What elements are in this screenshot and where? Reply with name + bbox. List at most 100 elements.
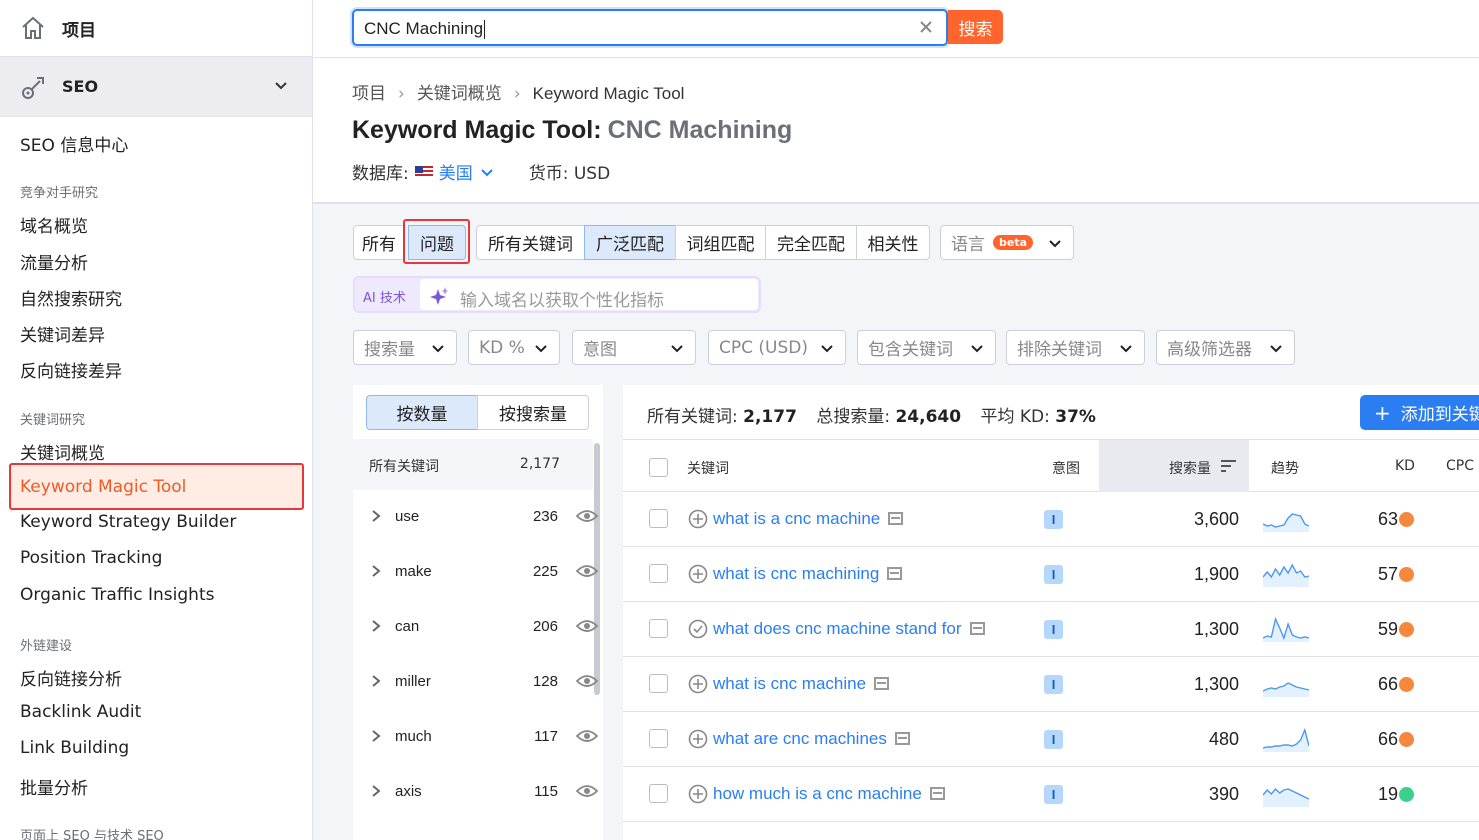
- filter-kd[interactable]: KD %: [468, 330, 560, 365]
- sidebar-item-keyword-strategy-builder[interactable]: Keyword Strategy Builder: [20, 512, 236, 532]
- keyword-link[interactable]: what are cnc machines: [713, 729, 910, 749]
- toggle-by-count[interactable]: 按数量: [366, 395, 478, 430]
- add-circle-icon[interactable]: [688, 729, 708, 749]
- row-checkbox[interactable]: [649, 784, 668, 803]
- serp-features-icon[interactable]: [887, 567, 903, 580]
- eye-icon[interactable]: [576, 729, 598, 743]
- filter-volume[interactable]: 搜索量: [353, 330, 457, 365]
- chevron-right-icon[interactable]: [371, 565, 381, 577]
- table-row[interactable]: what does cnc machine stand for I 1,300 59: [623, 602, 1479, 657]
- ai-input[interactable]: 输入域名以获取个性化指标: [420, 279, 758, 311]
- group-row[interactable]: much 117: [353, 710, 598, 765]
- keyword-link[interactable]: what is cnc machine: [713, 674, 890, 694]
- row-checkbox[interactable]: [649, 674, 668, 693]
- add-circle-icon[interactable]: [688, 674, 708, 694]
- chevron-right-icon[interactable]: [371, 620, 381, 632]
- close-icon[interactable]: [918, 19, 934, 35]
- serp-features-icon[interactable]: [969, 622, 985, 635]
- intent-badge[interactable]: I: [1044, 510, 1063, 529]
- toggle-by-volume[interactable]: 按搜索量: [477, 395, 589, 430]
- chevron-right-icon[interactable]: [371, 675, 381, 687]
- add-circle-icon[interactable]: [688, 564, 708, 584]
- tab-phrase-match[interactable]: 词组匹配: [675, 225, 766, 260]
- sidebar-item-organic-research[interactable]: 自然搜索研究: [20, 285, 122, 310]
- keyword-link[interactable]: what is cnc machining: [713, 564, 903, 584]
- col-volume[interactable]: 搜索量: [1169, 458, 1211, 478]
- serp-features-icon[interactable]: [874, 677, 890, 690]
- group-row[interactable]: can 206: [353, 600, 598, 655]
- group-row[interactable]: use 236: [353, 490, 598, 545]
- sidebar-item-backlink-audit[interactable]: Backlink Audit: [20, 702, 141, 722]
- add-to-list-button[interactable]: + 添加到关键: [1360, 395, 1479, 430]
- intent-badge[interactable]: I: [1044, 675, 1063, 694]
- tab-exact-match[interactable]: 完全匹配: [765, 225, 857, 260]
- keyword-link[interactable]: how much is a cnc machine: [713, 784, 945, 804]
- sidebar-item-position-tracking[interactable]: Position Tracking: [20, 548, 162, 568]
- sidebar-item-keyword-magic-tool[interactable]: Keyword Magic Tool: [20, 477, 186, 497]
- col-cpc[interactable]: CPC: [1446, 458, 1474, 474]
- eye-icon[interactable]: [576, 509, 598, 523]
- col-keyword[interactable]: 关键词: [687, 458, 729, 478]
- sidebar-item-seo-dashboard[interactable]: SEO 信息中心: [20, 131, 128, 156]
- eye-icon[interactable]: [576, 784, 598, 798]
- breadcrumb-keyword-overview[interactable]: 关键词概览: [417, 84, 502, 104]
- intent-badge[interactable]: I: [1044, 785, 1063, 804]
- sidebar-item-link-building[interactable]: Link Building: [20, 738, 129, 758]
- col-trend[interactable]: 趋势: [1271, 458, 1299, 478]
- language-dropdown[interactable]: 语言 beta: [940, 225, 1074, 260]
- tab-broad-match[interactable]: 广泛匹配: [584, 225, 676, 260]
- tab-related[interactable]: 相关性: [856, 225, 930, 260]
- table-row[interactable]: what is a cnc machine I 3,600 63: [623, 492, 1479, 547]
- row-checkbox[interactable]: [649, 729, 668, 748]
- sidebar-seo-section[interactable]: SEO: [0, 57, 312, 117]
- intent-badge[interactable]: I: [1044, 620, 1063, 639]
- filter-advanced[interactable]: 高级筛选器: [1156, 330, 1295, 365]
- group-row[interactable]: axis 115: [353, 765, 598, 820]
- sidebar-item-backlink-gap[interactable]: 反向链接差异: [20, 357, 122, 382]
- tab-all[interactable]: 所有: [353, 225, 405, 260]
- sort-icon[interactable]: [1221, 460, 1237, 473]
- group-row[interactable]: miller 128: [353, 655, 598, 710]
- sidebar-item-traffic[interactable]: 流量分析: [20, 249, 88, 274]
- group-row[interactable]: make 225: [353, 545, 598, 600]
- col-intent[interactable]: 意图: [1052, 458, 1080, 478]
- filter-cpc[interactable]: CPC (USD): [708, 330, 846, 365]
- col-kd[interactable]: KD: [1395, 458, 1415, 474]
- sidebar-item-backlink-analytics[interactable]: 反向链接分析: [20, 665, 122, 690]
- groups-header[interactable]: 所有关键词 2,177: [353, 439, 593, 490]
- table-row[interactable]: what is cnc machining I 1,900 57: [623, 547, 1479, 602]
- chevron-right-icon[interactable]: [371, 785, 381, 797]
- sidebar-item-domain-overview[interactable]: 域名概览: [20, 212, 88, 237]
- sidebar-item-keyword-overview[interactable]: 关键词概览: [20, 439, 105, 464]
- sidebar-item-bulk-analysis[interactable]: 批量分析: [20, 774, 88, 799]
- search-button[interactable]: 搜索: [948, 10, 1003, 44]
- row-checkbox[interactable]: [649, 564, 668, 583]
- search-input[interactable]: CNC Machining: [352, 9, 948, 46]
- row-checkbox[interactable]: [649, 619, 668, 638]
- chevron-right-icon[interactable]: [371, 730, 381, 742]
- select-all-checkbox[interactable]: [649, 458, 668, 477]
- add-circle-icon[interactable]: [688, 509, 708, 529]
- table-row[interactable]: how much is a cnc machine I 390 19: [623, 767, 1479, 822]
- keyword-link[interactable]: what does cnc machine stand for: [713, 619, 985, 639]
- serp-features-icon[interactable]: [894, 732, 910, 745]
- filter-include-keywords[interactable]: 包含关键词: [857, 330, 996, 365]
- intent-badge[interactable]: I: [1044, 730, 1063, 749]
- eye-icon[interactable]: [576, 674, 598, 688]
- keyword-link[interactable]: what is a cnc machine: [713, 509, 904, 529]
- eye-icon[interactable]: [576, 619, 598, 633]
- serp-features-icon[interactable]: [929, 787, 945, 800]
- row-checkbox[interactable]: [649, 509, 668, 528]
- intent-badge[interactable]: I: [1044, 565, 1063, 584]
- table-row[interactable]: what are cnc machines I 480 66: [623, 712, 1479, 767]
- sidebar-item-organic-traffic-insights[interactable]: Organic Traffic Insights: [20, 585, 214, 605]
- tab-all-keywords[interactable]: 所有关键词: [476, 225, 585, 260]
- table-row[interactable]: what is cnc machine I 1,300 66: [623, 657, 1479, 712]
- filter-exclude-keywords[interactable]: 排除关键词: [1006, 330, 1145, 365]
- add-circle-icon[interactable]: [688, 784, 708, 804]
- eye-icon[interactable]: [576, 564, 598, 578]
- chevron-right-icon[interactable]: [371, 510, 381, 522]
- sidebar-item-keyword-gap[interactable]: 关键词差异: [20, 321, 105, 346]
- serp-features-icon[interactable]: [888, 512, 904, 525]
- breadcrumb-projects[interactable]: 项目: [352, 84, 386, 104]
